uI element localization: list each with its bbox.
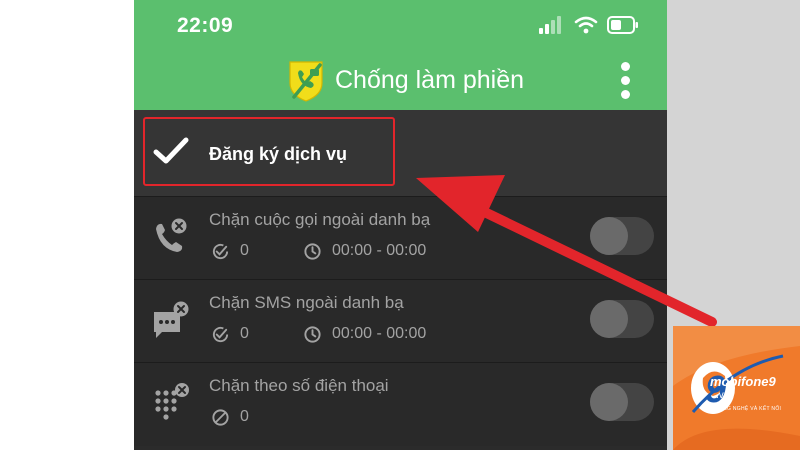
feature-count: 0 bbox=[211, 407, 249, 427]
feature-time-value: 00:00 - 00:00 bbox=[332, 242, 427, 259]
phone-screen: 22:09 Chống làm phiền Đăng ký dịch vụ Ch… bbox=[134, 0, 667, 450]
more-vert-icon[interactable] bbox=[618, 62, 632, 100]
feature-count-value: 0 bbox=[240, 242, 249, 259]
feature-title: Chặn SMS ngoài danh bạ bbox=[209, 293, 404, 312]
status-time: 22:09 bbox=[177, 14, 234, 37]
app-bar: Chống làm phiền bbox=[134, 54, 667, 110]
toggle-knob bbox=[590, 383, 628, 421]
feature-row-block-calls[interactable]: Chặn cuộc gọi ngoài danh bạ 0 00:00 - 00… bbox=[134, 196, 667, 280]
feature-time-range: 00:00 - 00:00 bbox=[303, 324, 426, 344]
feature-title: Chặn theo số điện thoại bbox=[209, 376, 389, 395]
feature-count-value: 0 bbox=[240, 408, 249, 425]
toggle-knob bbox=[590, 217, 628, 255]
feature-time-value: 00:00 - 00:00 bbox=[332, 325, 427, 342]
feature-toggle[interactable] bbox=[590, 217, 654, 255]
feature-toggle[interactable] bbox=[590, 383, 654, 421]
left-background bbox=[0, 0, 134, 450]
shield-no-phone-icon bbox=[289, 61, 323, 102]
signal-icon bbox=[539, 16, 561, 34]
clock-icon bbox=[304, 242, 321, 260]
clock-icon bbox=[304, 325, 321, 343]
feature-count: 0 bbox=[211, 324, 249, 344]
blocked-call-icon bbox=[156, 218, 187, 252]
block-circle-icon bbox=[212, 408, 229, 426]
watermark-badge: 9 mobifone9 .vn CÔNG NGHỆ VÀ KẾT NỐI bbox=[673, 326, 800, 450]
battery-icon bbox=[607, 16, 638, 34]
feature-count-value: 0 bbox=[240, 325, 249, 342]
status-bar: 22:09 bbox=[134, 0, 667, 54]
toggle-knob bbox=[590, 300, 628, 338]
watermark-tagline: CÔNG NGHỆ VÀ KẾT NỐI bbox=[715, 406, 782, 412]
watermark-domain: .vn bbox=[716, 390, 730, 401]
watermark-brand: mobifone9 bbox=[710, 374, 776, 389]
feature-count: 0 bbox=[211, 241, 249, 261]
blocked-sms-icon bbox=[154, 301, 189, 338]
register-service-row[interactable]: Đăng ký dịch vụ bbox=[134, 110, 667, 196]
check-circle-icon bbox=[212, 243, 229, 259]
feature-title: Chặn cuộc gọi ngoài danh bạ bbox=[209, 210, 431, 229]
feature-row-block-sms[interactable]: Chặn SMS ngoài danh bạ 0 00:00 - 00:00 bbox=[134, 279, 667, 363]
feature-toggle[interactable] bbox=[590, 300, 654, 338]
check-circle-icon bbox=[212, 326, 229, 342]
checkmark-icon bbox=[153, 137, 189, 164]
app-title: Chống làm phiền bbox=[335, 66, 525, 94]
blocked-dialpad-icon bbox=[155, 383, 189, 420]
status-icons bbox=[539, 14, 639, 36]
feature-row-block-numbers[interactable]: Chặn theo số điện thoại 0 bbox=[134, 362, 667, 446]
feature-time-range: 00:00 - 00:00 bbox=[303, 241, 426, 261]
wifi-icon bbox=[574, 16, 598, 34]
register-service-label: Đăng ký dịch vụ bbox=[209, 144, 348, 164]
